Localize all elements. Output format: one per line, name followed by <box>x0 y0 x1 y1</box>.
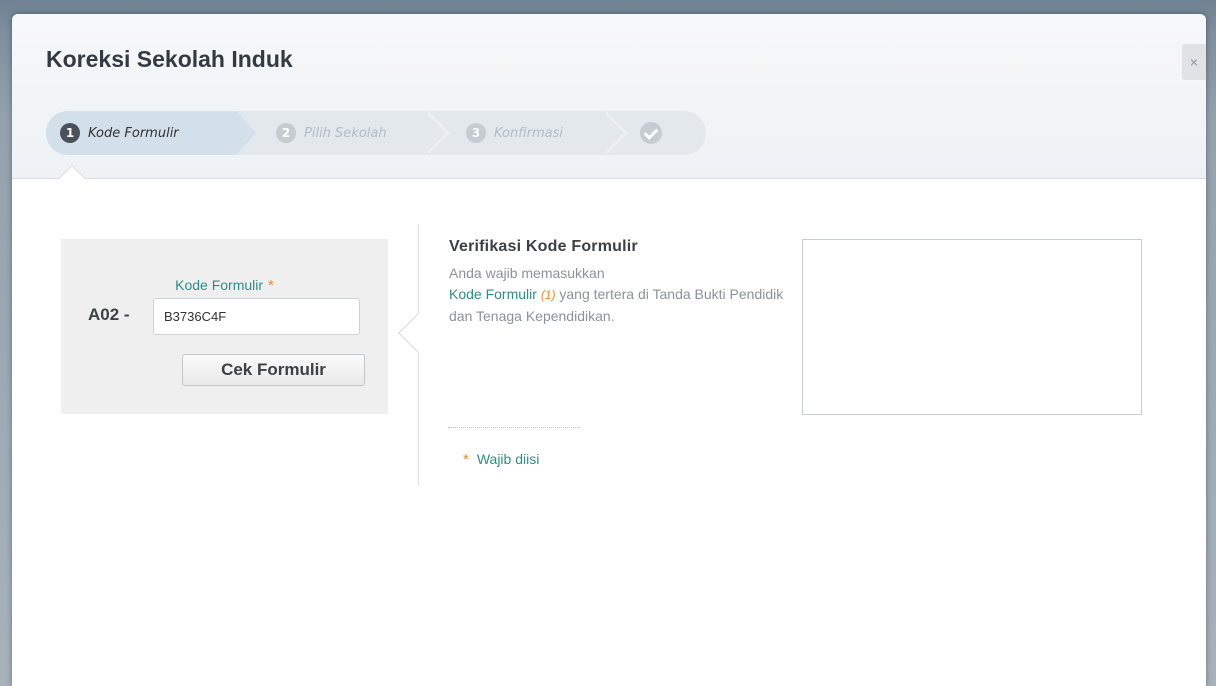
step-divider <box>236 111 256 155</box>
wizard-steps: 1 Kode Formulir 2 Pilih Sekolah 3 Konfir… <box>46 111 706 155</box>
required-star-icon: * <box>268 277 274 294</box>
step-number-1: 1 <box>60 123 80 143</box>
legend-separator <box>448 427 580 428</box>
step-number-2: 2 <box>276 123 296 143</box>
step-divider <box>424 111 446 155</box>
wizard-step-kode-formulir[interactable]: 1 Kode Formulir <box>46 111 236 155</box>
kode-formulir-label: Kode Formulir * <box>61 277 388 294</box>
info-title: Verifikasi Kode Formulir <box>449 238 638 255</box>
verification-info: Verifikasi Kode Formulir Anda wajib mema… <box>449 238 799 327</box>
required-star-icon: * <box>463 451 469 468</box>
close-button[interactable]: × <box>1182 44 1206 80</box>
kode-formulir-panel: Kode Formulir* A02 - Cek Formulir <box>61 239 388 414</box>
check-icon <box>640 122 662 144</box>
footnote-ref: (1) <box>540 288 556 302</box>
step-label: Pilih Sekolah <box>304 125 387 141</box>
info-description: Anda wajib memasukkan Kode Formulir (1) … <box>449 263 794 327</box>
cek-formulir-button[interactable]: Cek Formulir <box>182 354 365 386</box>
wizard-step-done[interactable] <box>640 111 662 155</box>
code-prefix: A02 - <box>88 305 130 324</box>
legend-text: Wajib diisi <box>476 451 540 467</box>
wizard-step-pilih-sekolah[interactable]: 2 Pilih Sekolah <box>276 111 387 155</box>
step-divider <box>602 111 624 155</box>
dialog-title: Koreksi Sekolah Induk <box>46 46 293 72</box>
field-label-text: Kode Formulir <box>175 277 264 293</box>
koreksi-dialog: Koreksi Sekolah Induk 1 Kode Formulir 2 … <box>12 14 1206 686</box>
step-label: Kode Formulir <box>88 125 179 141</box>
form-preview-box <box>802 239 1142 415</box>
wizard-step-konfirmasi[interactable]: 3 Konfirmasi <box>466 111 563 155</box>
divider-arrow <box>398 313 438 353</box>
step-label: Konfirmasi <box>494 125 564 141</box>
step-number-3: 3 <box>466 123 486 143</box>
vertical-divider <box>418 224 419 486</box>
required-legend: * Wajib diisi <box>463 451 539 468</box>
kode-formulir-link[interactable]: Kode Formulir <box>449 286 537 302</box>
kode-formulir-input[interactable] <box>153 298 360 335</box>
info-text-1: Anda wajib memasukkan <box>449 265 605 281</box>
dialog-header: Koreksi Sekolah Induk 1 Kode Formulir 2 … <box>12 14 1206 179</box>
